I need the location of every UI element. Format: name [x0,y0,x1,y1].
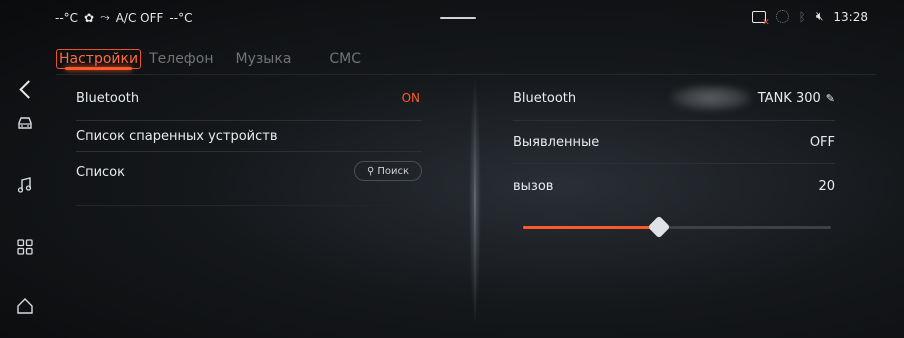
bluetooth-icon: ᛒ [798,9,806,24]
seat-airflow-icon: ⤳ [100,10,110,24]
tab-divider [56,74,876,75]
mute-icon: 🔇︎ [815,9,824,23]
device-list-label: Список [76,165,125,180]
panel-divider [469,80,481,320]
discoverable-label: Выявленные [513,135,600,150]
loading-icon [775,10,789,23]
back-icon[interactable] [19,80,38,99]
call-volume-slider[interactable] [523,215,831,239]
apps-grid-icon[interactable] [16,238,34,256]
device-name-value[interactable]: TANK 300 ✎ [758,91,835,106]
ac-status: A/C OFF [115,10,164,25]
car-icon[interactable] [16,114,34,132]
passenger-temp: --°C [169,10,193,25]
screen: --°C ✿ ⤳ A/C OFF --°C ✕ ᛒ 🔇︎ 13:28 Настр… [0,0,904,338]
fan-icon: ✿ [84,10,95,25]
paired-devices-row[interactable]: Список спаренных устройств [76,129,422,152]
search-icon: ⚲ [366,165,375,177]
slider-fill [523,226,659,229]
tab-sms[interactable]: СМС [327,49,363,69]
search-button[interactable]: ⚲ Поиск [354,161,422,181]
status-icons: ✕ ᛒ 🔇︎ 13:28 [751,9,868,28]
device-name-row[interactable]: Bluetooth TANK 300 ✎ [513,85,835,121]
left-rail [0,34,48,338]
paired-devices-label: Список спаренных устройств [76,129,278,144]
call-volume-value: 20 [818,179,835,194]
status-bar: --°C ✿ ⤳ A/C OFF --°C ✕ ᛒ 🔇︎ 13:28 [0,0,904,34]
music-note-icon[interactable] [16,176,34,194]
bluetooth-name-label: Bluetooth [513,91,577,106]
call-volume-label: вызов [513,179,554,194]
home-icon[interactable] [16,297,34,315]
driver-temp: --°C [55,10,79,25]
edit-pencil-icon[interactable]: ✎ [826,92,835,105]
tab-bar: Настройки Телефон Музыка СМС [56,46,381,72]
slider-thumb[interactable] [647,215,670,239]
search-label: Поиск [377,165,409,177]
device-list-row: Список ⚲ Поиск [76,161,422,206]
discoverable-row[interactable]: Выявленные OFF [513,135,835,164]
bluetooth-toggle-row[interactable]: Bluetooth ON [76,91,422,121]
drag-handle[interactable] [440,17,476,19]
device-name: TANK 300 [757,91,821,106]
camera-off-icon: ✕ [751,10,770,28]
tab-music[interactable]: Музыка [234,49,294,69]
redacted-area [671,85,751,111]
tab-settings[interactable]: Настройки [56,49,142,70]
discoverable-status[interactable]: OFF [810,135,835,150]
call-volume-row: вызов 20 [513,179,835,205]
tab-phone[interactable]: Телефон [147,49,215,69]
bluetooth-label: Bluetooth [76,91,140,106]
bluetooth-status[interactable]: ON [402,91,420,105]
clock: 13:28 [833,9,868,24]
climate-controls[interactable]: --°C ✿ ⤳ A/C OFF --°C [55,10,192,25]
